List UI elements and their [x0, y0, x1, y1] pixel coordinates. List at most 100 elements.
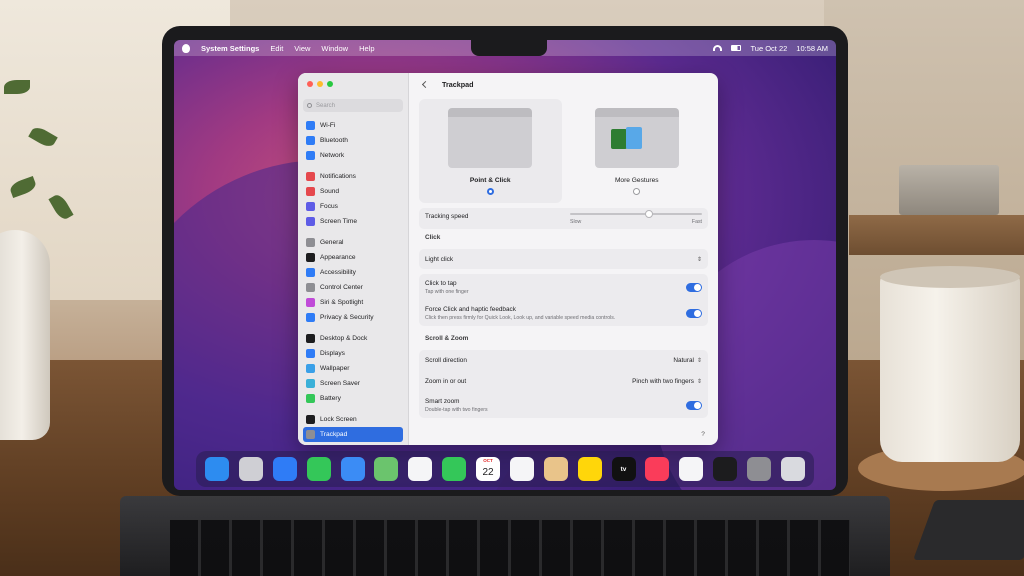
- sidebar-item-label: Appearance: [320, 254, 356, 261]
- sidebar-item-label: General: [320, 239, 344, 246]
- notes-icon[interactable]: [577, 457, 602, 481]
- sidebar-group: Desktop & Dock Displays Wallpaper Screen Sa…: [303, 331, 403, 406]
- menu-edit[interactable]: Edit: [270, 44, 283, 53]
- sidebar-groups: Wi-Fi Bluetooth Network Notifications Sound F…: [303, 118, 403, 442]
- sidebar-item-privacy-security[interactable]: Privacy & Security: [303, 310, 403, 325]
- tracking-speed-label: Tracking speed: [425, 213, 469, 220]
- displays-icon: [306, 349, 315, 358]
- appearance-icon: [306, 253, 315, 262]
- sidebar-item-label: Trackpad: [320, 431, 348, 438]
- slider-labels: Slow Fast: [570, 219, 702, 225]
- click-to-tap-toggle[interactable]: [686, 282, 702, 292]
- wifi-status-icon[interactable]: [713, 45, 723, 51]
- click-pressure-row[interactable]: Light click ⇕: [419, 249, 708, 269]
- sidebar-item-label: Privacy & Security: [320, 314, 374, 321]
- sidebar-item-wallpaper[interactable]: Wallpaper: [303, 361, 403, 376]
- scroll-direction-label: Scroll direction: [425, 357, 467, 364]
- preview-window: [610, 129, 627, 149]
- sidebar-item-appearance[interactable]: Appearance: [303, 250, 403, 265]
- tracking-speed-control: Slow Fast: [570, 210, 702, 225]
- sidebar-item-notifications[interactable]: Notifications: [303, 169, 403, 184]
- mode-point-click[interactable]: Point & Click: [419, 99, 562, 203]
- sidebar-item-lock-screen[interactable]: Lock Screen: [303, 412, 403, 427]
- sidebar-item-focus[interactable]: Focus: [303, 199, 403, 214]
- more-gestures-preview: [594, 108, 679, 168]
- sidebar-item-bluetooth[interactable]: Bluetooth: [303, 133, 403, 148]
- back-icon[interactable]: [421, 80, 430, 88]
- menu-view[interactable]: View: [294, 44, 310, 53]
- general-icon: [306, 238, 315, 247]
- sidebar-item-network[interactable]: Network: [303, 148, 403, 163]
- news-icon[interactable]: [679, 457, 704, 481]
- sidebar-item-siri-spotlight[interactable]: Siri & Spotlight: [303, 295, 403, 310]
- sidebar-item-battery[interactable]: Battery: [303, 391, 403, 406]
- sidebar-item-sound[interactable]: Sound: [303, 184, 403, 199]
- wifi-icon: [306, 121, 315, 130]
- calendar-month: OCT: [483, 458, 493, 463]
- click-to-tap-row: Click to tap Tap with one finger: [419, 274, 708, 300]
- slider-max-label: Fast: [691, 219, 702, 225]
- battery-status-icon[interactable]: [731, 45, 742, 51]
- finder-icon[interactable]: [205, 457, 229, 481]
- sidebar-item-label: Control Center: [320, 284, 363, 291]
- accessibility-icon: [306, 268, 315, 277]
- sidebar-item-trackpad[interactable]: Trackpad: [303, 427, 403, 442]
- coffee-mug-rim: [880, 266, 1020, 288]
- camera-notch: [471, 40, 547, 56]
- sidebar-item-accessibility[interactable]: Accessibility: [303, 265, 403, 280]
- scroll-section-title: Scroll & Zoom: [425, 335, 469, 342]
- sidebar-item-general[interactable]: General: [303, 235, 403, 250]
- contacts-icon[interactable]: [543, 457, 568, 481]
- sidebar-item-control-center[interactable]: Control Center: [303, 280, 403, 295]
- photos-icon[interactable]: [408, 457, 433, 481]
- mode-radio-selected[interactable]: [486, 188, 494, 195]
- apple-menu-icon[interactable]: [182, 43, 190, 53]
- mode-more-gestures[interactable]: More Gestures: [566, 99, 709, 203]
- sidebar: Search Wi-Fi Bluetooth Network Notification…: [298, 73, 409, 445]
- sidebar-item-screen-saver[interactable]: Screen Saver: [303, 376, 403, 391]
- tap-card: Click to tap Tap with one finger Force C…: [419, 274, 708, 326]
- smart-zoom-toggle[interactable]: [686, 400, 702, 410]
- help-icon[interactable]: ?: [698, 429, 708, 439]
- safari-icon[interactable]: [272, 457, 297, 481]
- reminders-icon[interactable]: [509, 457, 534, 481]
- menu-help[interactable]: Help: [359, 44, 374, 53]
- mail-icon[interactable]: [340, 457, 365, 481]
- menu-window[interactable]: Window: [321, 44, 348, 53]
- facetime-icon[interactable]: [442, 457, 467, 481]
- sidebar-item-screen-time[interactable]: Screen Time: [303, 214, 403, 229]
- scroll-direction-select[interactable]: Natural ⇕: [673, 357, 702, 364]
- force-click-toggle[interactable]: [686, 308, 702, 318]
- menu-app-name[interactable]: System Settings: [201, 44, 259, 53]
- menu-time[interactable]: 10:58 AM: [796, 44, 828, 53]
- minimize-button[interactable]: [317, 81, 323, 87]
- tracking-speed-slider[interactable]: [570, 210, 702, 218]
- trash-icon[interactable]: [780, 457, 805, 481]
- maps-icon[interactable]: [374, 457, 399, 481]
- sidebar-item-displays[interactable]: Displays: [303, 346, 403, 361]
- smart-zoom-row: Smart zoom Double-tap with two fingers: [419, 392, 708, 418]
- zoom-select[interactable]: Pinch with two fingers ⇕: [632, 378, 702, 385]
- calendar-icon[interactable]: OCT 22: [476, 457, 500, 481]
- launchpad-icon[interactable]: [238, 457, 263, 481]
- messages-icon[interactable]: [306, 457, 331, 481]
- system-settings-window: Search Wi-Fi Bluetooth Network Notification…: [298, 73, 718, 445]
- menu-date[interactable]: Tue Oct 22: [750, 44, 787, 53]
- search-input[interactable]: Search: [303, 99, 403, 112]
- tv-icon[interactable]: tv: [611, 457, 636, 481]
- background-shelf: [849, 215, 1024, 255]
- mode-radio[interactable]: [633, 188, 641, 195]
- system-settings-icon[interactable]: [747, 457, 771, 481]
- sidebar-item-wi-fi[interactable]: Wi-Fi: [303, 118, 403, 133]
- scroll-direction-row: Scroll direction Natural ⇕: [419, 350, 708, 371]
- stocks-icon[interactable]: [713, 457, 738, 481]
- sidebar-item-label: Screen Saver: [320, 380, 360, 387]
- slider-knob[interactable]: [645, 210, 654, 218]
- scroll-direction-value: Natural: [673, 357, 694, 364]
- zoom-button[interactable]: [327, 81, 333, 87]
- music-icon[interactable]: [645, 457, 670, 481]
- close-button[interactable]: [307, 81, 313, 87]
- mode-label: More Gestures: [614, 177, 659, 184]
- sidebar-group: Wi-Fi Bluetooth Network: [303, 118, 403, 163]
- sidebar-item-desktop-dock[interactable]: Desktop & Dock: [303, 331, 403, 346]
